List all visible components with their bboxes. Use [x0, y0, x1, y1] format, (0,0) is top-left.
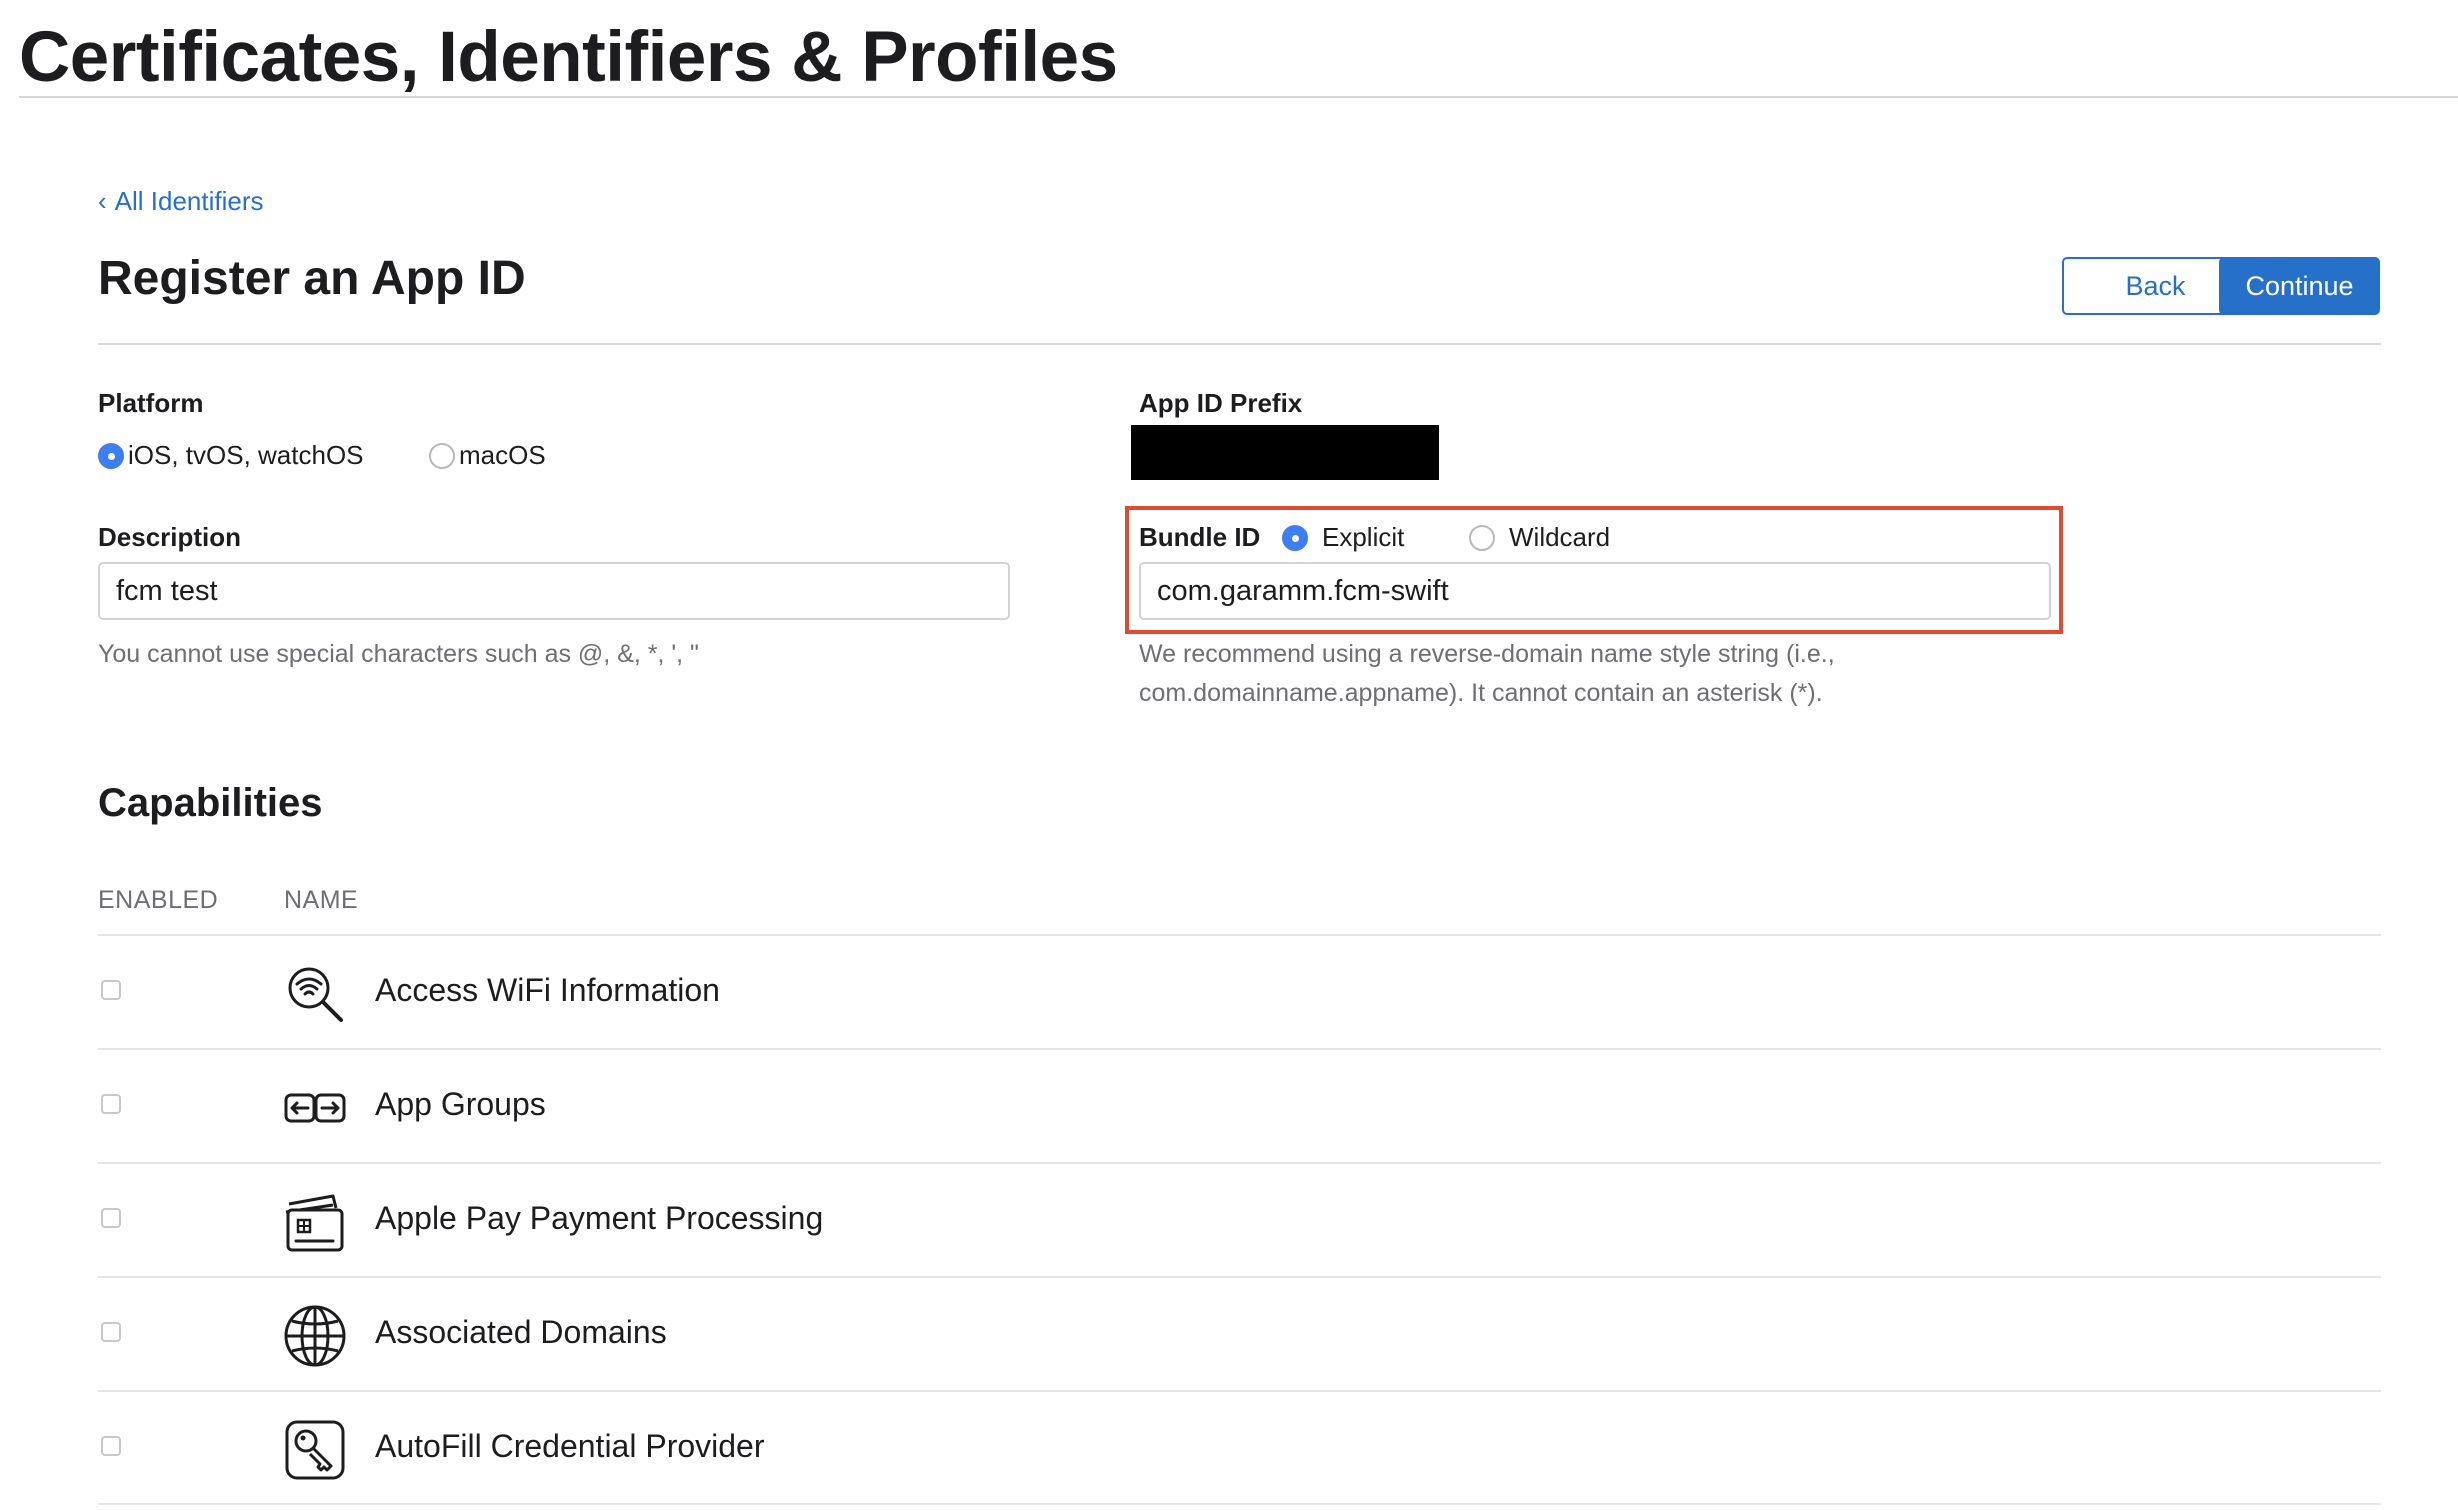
platform-label: Platform — [98, 388, 204, 418]
capability-name: Associated Domains — [375, 1314, 667, 1350]
bundle-option-explicit[interactable]: Explicit — [1282, 522, 1404, 553]
payment-card-icon — [285, 1194, 344, 1252]
page-header-title: Certificates, Identifiers & Profiles — [19, 18, 1118, 97]
description-input[interactable]: fcm test — [98, 562, 1010, 620]
wifi-search-icon — [288, 967, 343, 1022]
bundle-option-wildcard-label: Wildcard — [1509, 522, 1611, 552]
bundle-id-input[interactable]: com.garamm.fcm-swift — [1139, 562, 2051, 620]
capability-checkbox[interactable] — [101, 1094, 121, 1114]
platform-option-macos[interactable]: macOS — [429, 440, 546, 471]
column-header-name: NAME — [284, 886, 359, 914]
capability-row: AutoFill Credential Provider — [98, 1390, 2381, 1504]
column-header-enabled: ENABLED — [98, 886, 219, 914]
key-icon — [285, 1420, 345, 1480]
capability-checkbox[interactable] — [101, 1208, 121, 1228]
description-label: Description — [98, 522, 242, 552]
bundle-option-explicit-label: Explicit — [1322, 522, 1405, 552]
radio-wildcard[interactable] — [1469, 524, 1495, 551]
capability-checkbox[interactable] — [101, 980, 121, 1000]
table-bottom-divider — [98, 1503, 2381, 1505]
capability-checkbox[interactable] — [101, 1436, 121, 1456]
capability-row: Access WiFi Information — [98, 934, 2381, 1048]
page-title: Register an App ID — [98, 252, 526, 305]
capability-name: AutoFill Credential Provider — [375, 1428, 765, 1464]
platform-option-ios[interactable]: iOS, tvOS, watchOS — [98, 440, 364, 471]
capability-name: App Groups — [375, 1086, 546, 1122]
bundle-id-hint-line1: We recommend using a reverse-domain name… — [1139, 640, 1835, 668]
globe-icon — [284, 1305, 346, 1367]
continue-button[interactable]: Continue — [2219, 257, 2380, 315]
app-id-prefix-redacted — [1131, 425, 1439, 480]
chevron-left-icon: ‹ — [98, 186, 107, 216]
header-divider — [19, 96, 2458, 98]
platform-option-ios-label: iOS, tvOS, watchOS — [128, 440, 364, 470]
bundle-id-hint-line2: com.domainname.appname). It cannot conta… — [1139, 679, 1823, 707]
bundle-option-wildcard[interactable]: Wildcard — [1469, 522, 1610, 553]
all-identifiers-link[interactable]: ‹ All Identifiers — [98, 186, 264, 217]
platform-option-macos-label: macOS — [459, 440, 546, 470]
bundle-id-label: Bundle ID — [1139, 522, 1261, 552]
all-identifiers-label: All Identifiers — [114, 186, 264, 216]
app-groups-icon — [284, 1093, 346, 1123]
capability-row: Apple Pay Payment Processing — [98, 1162, 2381, 1276]
capability-row: Associated Domains — [98, 1276, 2381, 1390]
capability-name: Apple Pay Payment Processing — [375, 1200, 824, 1236]
form-divider — [98, 343, 2381, 345]
radio-macos[interactable] — [429, 442, 455, 469]
radio-ios[interactable] — [98, 442, 124, 469]
radio-explicit[interactable] — [1282, 524, 1308, 551]
capability-name: Access WiFi Information — [375, 972, 720, 1008]
capability-checkbox[interactable] — [101, 1322, 121, 1342]
app-id-prefix-label: App ID Prefix — [1139, 388, 1303, 418]
capability-row: App Groups — [98, 1048, 2381, 1162]
capabilities-title: Capabilities — [98, 781, 323, 825]
description-hint: You cannot use special characters such a… — [98, 640, 699, 668]
